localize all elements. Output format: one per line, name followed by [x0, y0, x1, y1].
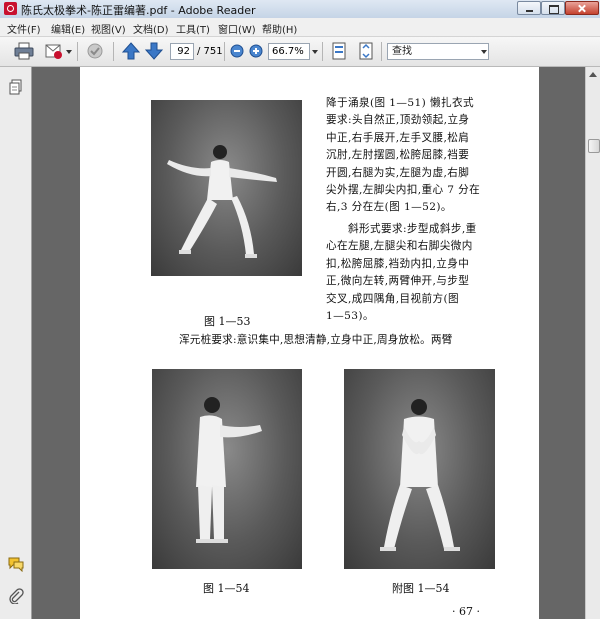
menu-bar: 文件(F) 编辑(E) 视图(V) 文档(D) 工具(T) 窗口(W) 帮助(H…	[0, 18, 600, 37]
close-button[interactable]	[565, 1, 599, 15]
page-number-input[interactable]: 92	[170, 43, 194, 60]
vertical-scrollbar[interactable]	[585, 67, 600, 619]
pages-icon[interactable]	[8, 79, 24, 95]
pdf-page: 图 1—53 降于涌泉(图 1—51) 懒扎衣式 要求:头自然正,顶劲领起,立身…	[80, 67, 539, 619]
search-placeholder: 查找	[392, 46, 412, 57]
paragraph-oblique-posture: 斜形式要求:步型成斜步,重 心在左腿,左腿尖和右脚尖微内 扣,松胯屈膝,裆劲内扣…	[326, 221, 477, 325]
text-line: 降于涌泉(图 1—51) 懒扎衣式	[326, 97, 474, 109]
toolbar-separator	[77, 42, 78, 61]
navigation-panel	[0, 67, 32, 619]
next-page-icon[interactable]	[143, 41, 165, 61]
text-line: 中正,右手展开,左手叉腰,松肩	[326, 131, 470, 144]
window-title: 陈氏太极拳术-陈正雷编著.pdf - Adobe Reader	[21, 4, 256, 17]
fit-page-icon[interactable]	[328, 41, 350, 61]
email-attach-icon[interactable]	[43, 41, 65, 61]
toolbar-separator	[113, 42, 114, 61]
toolbar-separator	[224, 42, 225, 61]
zoom-out-icon[interactable]	[229, 41, 245, 61]
title-bar: 陈氏太极拳术-陈正雷编著.pdf - Adobe Reader	[0, 0, 600, 19]
photo-figure-1-53	[151, 100, 302, 276]
adobe-reader-icon	[4, 2, 17, 15]
text-line: 尖外摆,左脚尖内扣,重心 7 分在	[326, 184, 481, 197]
tai-chi-figure-image	[380, 399, 460, 551]
text-line: 交叉,成四隅角,目视前方(图	[326, 292, 459, 305]
paragraph-lazy-tie-coat: 降于涌泉(图 1—51) 懒扎衣式 要求:头自然正,顶劲领起,立身 中正,右手展…	[326, 95, 480, 217]
attachments-icon[interactable]	[8, 588, 24, 605]
menu-view[interactable]: 视图(V)	[91, 21, 126, 36]
text-line: 扣,松胯屈膝,裆劲内扣,立身中	[326, 257, 470, 270]
comments-icon[interactable]	[8, 556, 24, 573]
caption-figure-1-54: 图 1—54	[203, 582, 250, 595]
secure-icon[interactable]	[84, 41, 106, 61]
toolbar-separator	[381, 42, 382, 61]
menu-window[interactable]: 窗口(W)	[218, 21, 256, 36]
maximize-button[interactable]	[541, 1, 565, 15]
photo-figure-1-54	[152, 369, 302, 569]
text-line: 正,微向左转,两臂伸开,与步型	[326, 275, 470, 288]
photo-attached-figure-1-54	[344, 369, 495, 569]
tai-chi-figure-image	[167, 145, 277, 258]
minimize-button[interactable]	[517, 1, 541, 15]
menu-help[interactable]: 帮助(H)	[262, 21, 297, 36]
toolbar-separator	[322, 42, 323, 61]
document-viewport[interactable]: 图 1—53 降于涌泉(图 1—51) 懒扎衣式 要求:头自然正,顶劲领起,立身…	[32, 67, 585, 619]
zoom-in-icon[interactable]	[248, 41, 264, 61]
menu-edit[interactable]: 编辑(E)	[51, 21, 85, 36]
scroll-up-icon[interactable]	[589, 72, 597, 77]
caption-attached-figure-1-54: 附图 1—54	[392, 582, 450, 595]
text-line: 沉肘,左肘摆圆,松胯屈膝,裆要	[326, 149, 470, 162]
paragraph-hunyuan-stance: 浑元桩要求:意识集中,思想清静,立身中正,周身放松。两臂	[179, 334, 453, 346]
scrollbar-thumb[interactable]	[588, 139, 600, 153]
zoom-dropdown-icon[interactable]	[312, 50, 318, 54]
page-number: · 67 ·	[452, 605, 480, 618]
search-dropdown-icon[interactable]	[481, 50, 487, 54]
text-line: 心在左腿,左腿尖和右脚尖微内	[326, 240, 473, 253]
menu-document[interactable]: 文档(D)	[133, 21, 169, 36]
tai-chi-figure-image	[196, 397, 262, 543]
search-input[interactable]: 查找	[387, 43, 489, 60]
email-dropdown-icon[interactable]	[66, 50, 72, 54]
caption-figure-1-53: 图 1—53	[204, 315, 251, 328]
text-line: 1—53)。	[326, 310, 374, 323]
text-line: 斜形式要求:步型成斜步,重	[348, 223, 477, 235]
page-total-label: / 751	[197, 46, 223, 57]
text-line: 右,3 分在左(图 1—52)。	[326, 201, 452, 214]
fit-width-icon[interactable]	[355, 41, 377, 61]
toolbar: 92 / 751 66.7% 查找	[0, 37, 600, 67]
print-icon[interactable]	[13, 41, 35, 61]
text-line: 开圆,右腿为实,左腿为虚,右脚	[326, 166, 470, 179]
text-line: 要求:头自然正,顶劲领起,立身	[326, 114, 470, 127]
prev-page-icon[interactable]	[120, 41, 142, 61]
menu-tools[interactable]: 工具(T)	[176, 21, 210, 36]
menu-file[interactable]: 文件(F)	[7, 21, 41, 36]
zoom-input[interactable]: 66.7%	[268, 43, 310, 60]
